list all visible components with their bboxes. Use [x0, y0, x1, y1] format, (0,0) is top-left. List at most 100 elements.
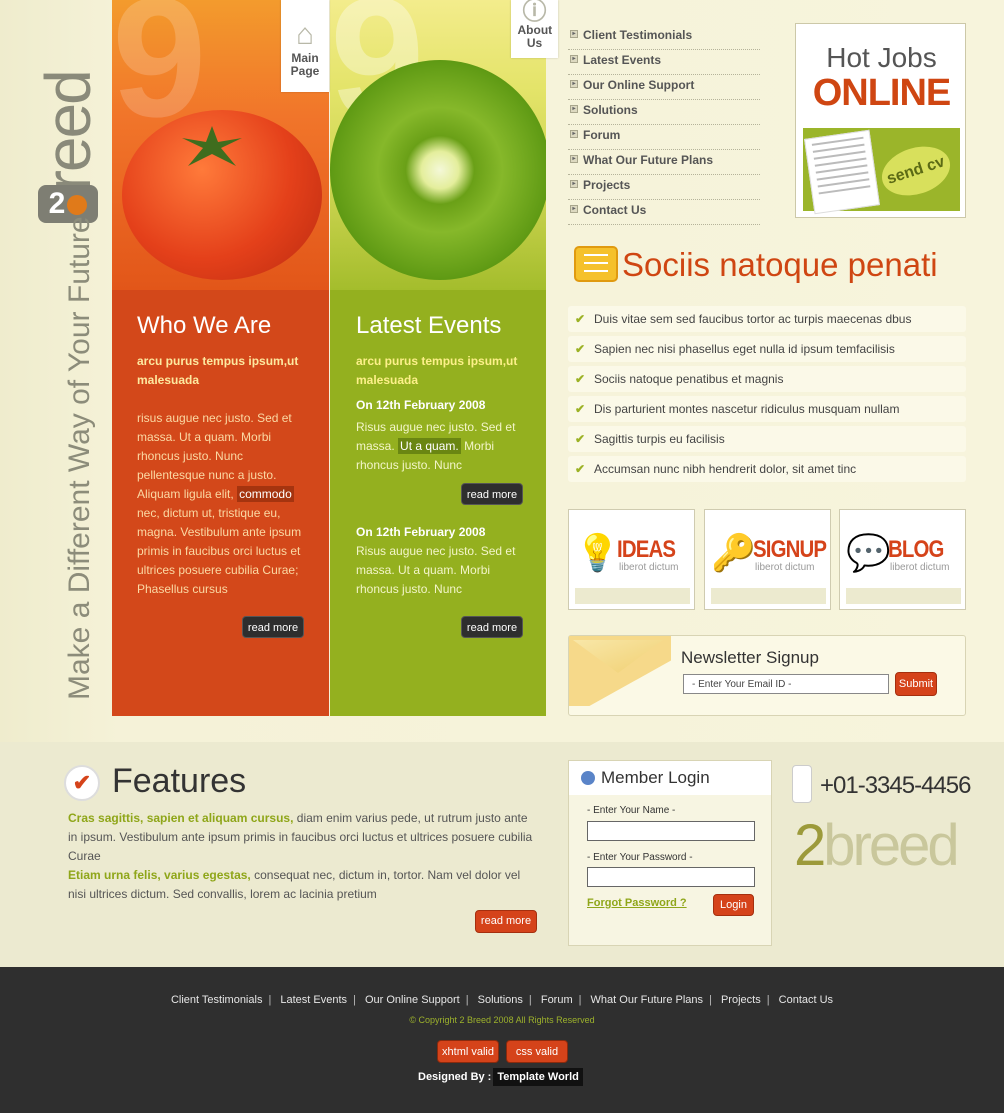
list-item-text: Dis parturient montes nascetur ridiculus…	[594, 402, 900, 416]
nav-item-contact-us[interactable]: ▸ Contact Us	[568, 200, 760, 225]
checkmark-icon: ✔	[575, 432, 586, 446]
nav-item-solutions[interactable]: ▸ Solutions	[568, 100, 760, 125]
list-item: ✔ Duis vitae sem sed faucibus tortor ac t…	[568, 306, 966, 332]
who-we-are-text: risus augue nec justo. Sed et massa. Ut …	[137, 411, 302, 596]
member-login-panel: Member Login - Enter Your Name - - Enter…	[568, 760, 772, 946]
name-label: - Enter Your Name -	[587, 805, 676, 816]
footer-link[interactable]: Contact Us	[779, 994, 833, 1006]
nav-label: Our Online Support	[583, 78, 695, 92]
footer-link[interactable]: Solutions	[478, 994, 523, 1006]
logo-word: breed	[823, 813, 959, 878]
nav-item-projects[interactable]: ▸ Projects	[568, 175, 760, 200]
event2-read-more-button[interactable]: read more	[461, 616, 523, 638]
nav-item-online-support[interactable]: ▸ Our Online Support	[568, 75, 760, 100]
footer-link[interactable]: Latest Events	[280, 994, 347, 1006]
main-page-tab[interactable]: ⌂ Main Page	[281, 0, 329, 92]
tomato-icon	[122, 110, 322, 280]
blog-box[interactable]: 💬 BLOG liberot dictum	[839, 509, 966, 610]
nav-label: Latest Events	[583, 53, 662, 67]
hot-jobs-banner[interactable]: Hot Jobs ONLINE send cv	[795, 23, 966, 218]
highlight-commodo: commodo	[237, 486, 294, 502]
footer-link[interactable]: Projects	[721, 994, 761, 1006]
arrow-icon: ▸	[570, 205, 578, 213]
event-text: Risus augue nec justo. Sed et massa. Ut …	[356, 544, 516, 596]
event1-read-more-button[interactable]: read more	[461, 483, 523, 505]
latest-events-subtitle: arcu purus tempus ipsum,ut malesuada	[356, 354, 518, 387]
list-item: ✔ Sociis natoque penatibus et magnis	[568, 366, 966, 392]
designer-link[interactable]: Template World	[493, 1068, 583, 1086]
arrow-icon: ▸	[570, 80, 578, 88]
arrow-icon: ▸	[570, 30, 578, 38]
arrow-icon: ▸	[570, 105, 578, 113]
footer-link[interactable]: Client Testimonials	[171, 994, 263, 1006]
about-us-label: About Us	[517, 23, 553, 50]
footer-link[interactable]: What Our Future Plans	[591, 994, 704, 1006]
checkmark-icon: ✔	[64, 765, 100, 801]
box-bar	[711, 588, 826, 604]
site-logo[interactable]: breed 2	[32, 40, 104, 225]
forgot-password-link[interactable]: Forgot Password ?	[587, 897, 687, 909]
phone-icon	[792, 765, 812, 803]
phone-number: +01-3345-4456	[820, 772, 971, 799]
key-user-icon: 🔑	[711, 532, 756, 573]
nav-item-future-plans[interactable]: ▸ What Our Future Plans	[568, 150, 760, 175]
document-icon	[804, 129, 880, 215]
nav-label: Client Testimonials	[583, 28, 693, 42]
login-button[interactable]: Login	[713, 894, 754, 916]
footer-logo: 2breed	[794, 812, 960, 879]
name-input[interactable]	[587, 821, 755, 841]
hot-jobs-line2: ONLINE	[812, 72, 952, 114]
nav-label: Solutions	[583, 103, 638, 117]
email-input[interactable]	[683, 674, 889, 694]
features-lead: Cras sagittis, sapien et aliquam cursus,	[68, 811, 294, 825]
arrow-icon: ▸	[570, 155, 578, 163]
checkmark-icon: ✔	[575, 342, 586, 356]
list-item-text: Sociis natoque penatibus et magnis	[594, 372, 784, 386]
list-item-text: Duis vitae sem sed faucibus tortor ac tu…	[594, 312, 912, 326]
about-us-tab[interactable]: ⓘ About Us	[511, 0, 558, 58]
signup-box[interactable]: 🔑 SIGNUP liberot dictum	[704, 509, 831, 610]
side-nav: ▸ Client Testimonials ▸ Latest Events ▸ Our…	[568, 25, 760, 225]
member-login-header: Member Login	[569, 761, 771, 795]
features-lead: Etiam urna felis, varius egestas,	[68, 868, 251, 882]
features-read-more-button[interactable]: read more	[475, 910, 537, 933]
list-item: ✔ Sagittis turpis eu facilisis	[568, 426, 966, 452]
info-icon: ⓘ	[522, 0, 547, 25]
checkmark-icon: ✔	[575, 372, 586, 386]
password-input[interactable]	[587, 867, 755, 887]
latest-events-title: Latest Events	[356, 312, 502, 339]
send-cv-image: send cv	[803, 128, 960, 215]
send-cv-badge: send cv	[875, 138, 957, 204]
event-date: On 12th February 2008	[356, 525, 486, 539]
list-item: ✔ Accumsan nunc nibh hendrerit dolor, sit…	[568, 456, 966, 482]
user-icon	[581, 771, 595, 785]
box-bar	[575, 588, 690, 604]
nav-item-client-testimonials[interactable]: ▸ Client Testimonials	[568, 25, 760, 50]
footer-link[interactable]: Our Online Support	[365, 994, 460, 1006]
chat-icon	[574, 246, 618, 282]
login-title: Member Login	[601, 768, 710, 787]
ideas-box[interactable]: 💡 IDEAS liberot dictum	[568, 509, 695, 610]
xhtml-valid-badge[interactable]: xhtml valid	[437, 1040, 499, 1063]
nav-label: Contact Us	[583, 203, 647, 217]
speech-bubble-icon: 💬	[846, 532, 891, 573]
main-page-label: Main Page	[290, 51, 320, 78]
ideas-title: IDEAS	[617, 536, 676, 563]
designed-by: Designed By : Template World	[418, 1068, 583, 1086]
arrow-icon: ▸	[570, 130, 578, 138]
footer-link[interactable]: Forum	[541, 994, 573, 1006]
nav-item-forum[interactable]: ▸ Forum	[568, 125, 760, 150]
css-valid-badge[interactable]: css valid	[506, 1040, 568, 1063]
list-item: ✔ Sapien nec nisi phasellus eget nulla id…	[568, 336, 966, 362]
nav-item-latest-events[interactable]: ▸ Latest Events	[568, 50, 760, 75]
checkmark-icon: ✔	[575, 462, 586, 476]
footer-links: Client Testimonials | Latest Events | Our …	[170, 994, 834, 1006]
latest-events-column: 9 Latest Events arcu purus tempus ipsum,…	[330, 0, 546, 716]
box-bar	[846, 588, 961, 604]
submit-button[interactable]: Submit	[895, 672, 937, 696]
signup-title: SIGNUP	[753, 536, 827, 563]
who-we-are-subtitle: arcu purus tempus ipsum,ut malesuada	[137, 354, 299, 387]
who-we-are-read-more-button[interactable]: read more	[242, 616, 304, 638]
kiwi-icon	[330, 60, 546, 280]
section-title: Sociis natoque penati	[622, 246, 938, 283]
